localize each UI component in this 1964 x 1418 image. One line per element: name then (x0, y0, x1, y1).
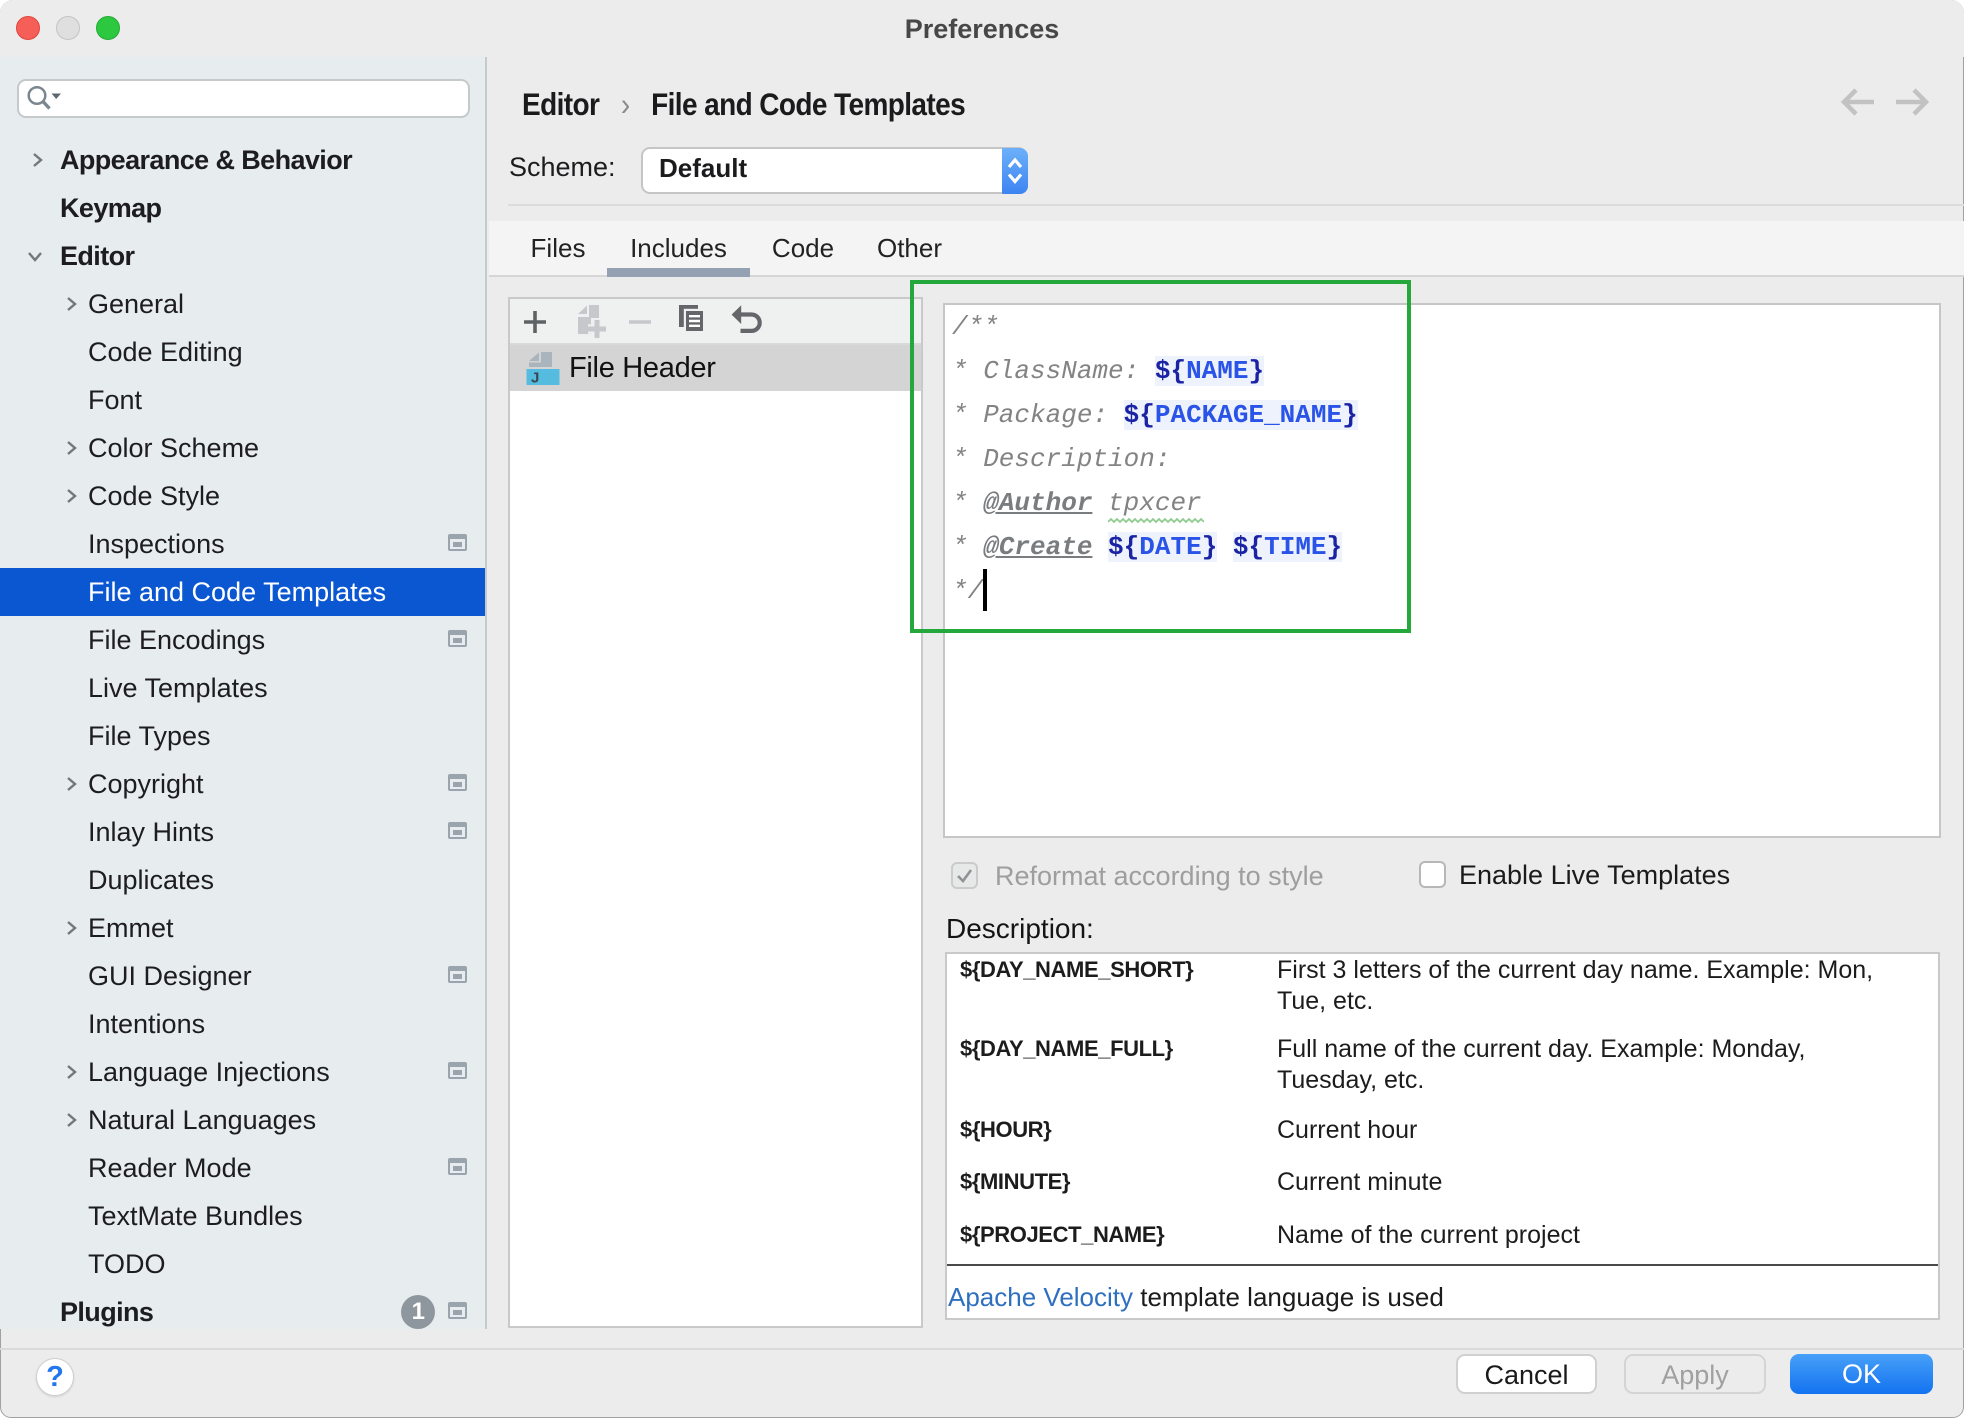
svg-text:J: J (531, 370, 539, 386)
